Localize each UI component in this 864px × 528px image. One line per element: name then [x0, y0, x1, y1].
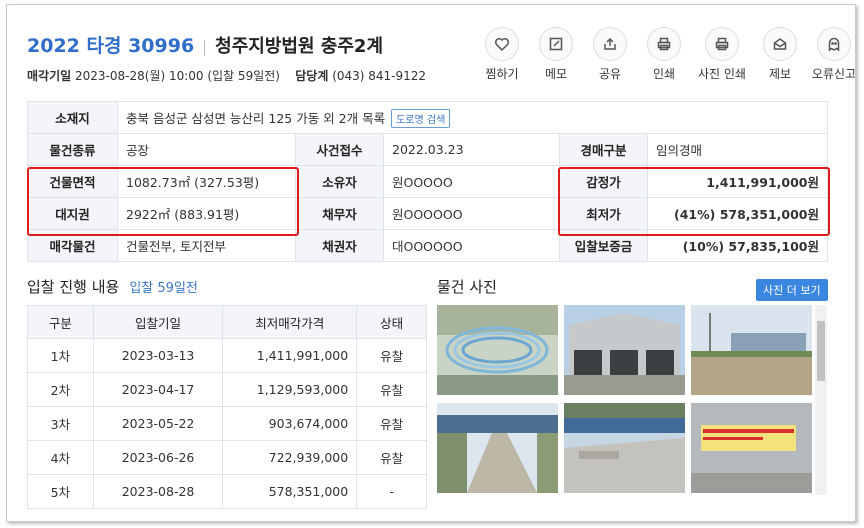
date-cell: 2023-06-26 [92, 440, 224, 475]
status-cell: - [356, 474, 427, 509]
info-row: 물건종류 공장 사건접수 2022.03.23 경매구분 임의경매 [27, 133, 828, 166]
debtor-label: 채무자 [295, 197, 384, 230]
memo-icon [539, 27, 573, 61]
print-photo-icon [705, 27, 739, 61]
round-cell: 2차 [27, 372, 94, 407]
date-cell: 2023-05-22 [92, 406, 224, 441]
bid-countdown: 입찰 59일전 [129, 281, 198, 296]
area-highlight-box [27, 167, 299, 236]
auction-detail-panel: 2022 타경 30996 청주지방법원 충주2계 매각기일 2023-08-28… [6, 4, 856, 522]
price-cell: 1,411,991,000 [222, 338, 358, 373]
bid-history-table: 구분 입찰기일 최저매각가격 상태 1차 2023-03-13 1,411,99… [27, 305, 427, 509]
photo-thumbnail[interactable] [437, 305, 558, 395]
price-cell: 578,351,000 [222, 474, 358, 509]
error-report-button[interactable]: 오류신고 [807, 27, 856, 82]
type-label: 물건종류 [27, 133, 118, 166]
col-round: 구분 [27, 305, 94, 339]
report-label: 제보 [768, 67, 792, 81]
address-value: 충북 음성군 삼성면 능산리 125 가동 외 2개 목록 [126, 110, 386, 126]
road-search-button[interactable]: 도로명 검색 [391, 108, 451, 128]
sale-date-value: 2023-08-28(월) 10:00 (입찰 59일전) [75, 69, 280, 83]
address-cell: 충북 음성군 삼성면 능산리 125 가동 외 2개 목록 도로명 검색 [117, 101, 828, 134]
print-icon [647, 27, 681, 61]
creditor-label: 채권자 [295, 229, 384, 262]
col-status: 상태 [356, 305, 427, 339]
ghost-icon [817, 27, 851, 61]
photo-thumbnail[interactable] [437, 403, 558, 493]
bid-history-title: 입찰 진행 내용 입찰 59일전 [27, 276, 198, 297]
bid-history-heading: 입찰 진행 내용 [27, 278, 120, 296]
title-divider [204, 39, 206, 56]
round-cell: 5차 [27, 474, 94, 509]
status-cell: 유찰 [356, 338, 427, 373]
photo-thumbnail[interactable] [691, 403, 812, 493]
address-label: 소재지 [27, 101, 118, 134]
memo-label: 메모 [544, 67, 568, 81]
table-row: 2차 2023-04-17 1,129,593,000 유찰 [27, 372, 427, 407]
table-header-row: 구분 입찰기일 최저매각가격 상태 [27, 305, 427, 339]
photo-gallery [437, 305, 815, 495]
staff-label: 담당계 [295, 69, 329, 83]
photos-title: 물건 사진 [437, 278, 497, 296]
owner-label: 소유자 [295, 165, 384, 198]
sale-info: 매각기일 2023-08-28(월) 10:00 (입찰 59일전) 담당계 (… [27, 67, 426, 84]
round-cell: 3차 [27, 406, 94, 441]
round-cell: 4차 [27, 440, 94, 475]
price-cell: 903,674,000 [222, 406, 358, 441]
round-cell: 1차 [27, 338, 94, 373]
favorite-button[interactable]: 찜하기 [475, 27, 529, 82]
status-cell: 유찰 [356, 372, 427, 407]
status-cell: 유찰 [356, 440, 427, 475]
share-button[interactable]: 공유 [583, 27, 637, 82]
print-button[interactable]: 인쇄 [637, 27, 691, 82]
date-cell: 2023-04-17 [92, 372, 224, 407]
date-cell: 2023-08-28 [92, 474, 224, 509]
price-cell: 722,939,000 [222, 440, 358, 475]
photo-print-button[interactable]: 사진 인쇄 [691, 27, 753, 82]
owner-value: 원OOOOO [383, 165, 560, 198]
photo-print-label: 사진 인쇄 [698, 67, 746, 81]
received-value: 2022.03.23 [383, 133, 560, 166]
memo-button[interactable]: 메모 [529, 27, 583, 82]
auction-kind-value: 임의경매 [647, 133, 828, 166]
photo-scrollbar[interactable] [815, 305, 827, 495]
status-cell: 유찰 [356, 406, 427, 441]
table-row: 5차 2023-08-28 578,351,000 - [27, 474, 427, 509]
date-cell: 2023-03-13 [92, 338, 224, 373]
price-highlight-box [558, 167, 830, 236]
share-label: 공유 [598, 67, 622, 81]
table-row: 3차 2023-05-22 903,674,000 유찰 [27, 406, 427, 441]
report-icon [763, 27, 797, 61]
error-report-label: 오류신고 [811, 67, 856, 81]
court-name: 청주지방법원 충주2계 [215, 36, 384, 57]
col-date: 입찰기일 [92, 305, 224, 339]
scrollbar-thumb[interactable] [817, 321, 825, 381]
staff-phone: (043) 841-9122 [332, 69, 427, 83]
photo-thumbnail[interactable] [564, 305, 685, 395]
auction-kind-label: 경매구분 [559, 133, 648, 166]
heart-icon [485, 27, 519, 61]
received-label: 사건접수 [295, 133, 384, 166]
creditor-value: 대OOOOOO [383, 229, 560, 262]
table-row: 1차 2023-03-13 1,411,991,000 유찰 [27, 338, 427, 373]
more-photos-button[interactable]: 사진 더 보기 [756, 279, 828, 301]
col-min-price: 최저매각가격 [222, 305, 358, 339]
page-title: 2022 타경 30996 청주지방법원 충주2계 [27, 31, 383, 58]
debtor-value: 원OOOOOO [383, 197, 560, 230]
print-label: 인쇄 [652, 67, 676, 81]
share-icon [593, 27, 627, 61]
sale-date-label: 매각기일 [27, 69, 72, 83]
case-number: 2022 타경 30996 [27, 35, 195, 57]
favorite-label: 찜하기 [485, 67, 519, 81]
type-value: 공장 [117, 133, 296, 166]
report-button[interactable]: 제보 [753, 27, 807, 82]
action-bar: 찜하기 메모 공유 인쇄 사진 인쇄 제보 오류신고 [475, 27, 856, 82]
info-row-address: 소재지 충북 음성군 삼성면 능산리 125 가동 외 2개 목록 도로명 검색 [27, 101, 828, 134]
table-row: 4차 2023-06-26 722,939,000 유찰 [27, 440, 427, 475]
price-cell: 1,129,593,000 [222, 372, 358, 407]
photo-thumbnail[interactable] [564, 403, 685, 493]
photo-thumbnail[interactable] [691, 305, 812, 395]
